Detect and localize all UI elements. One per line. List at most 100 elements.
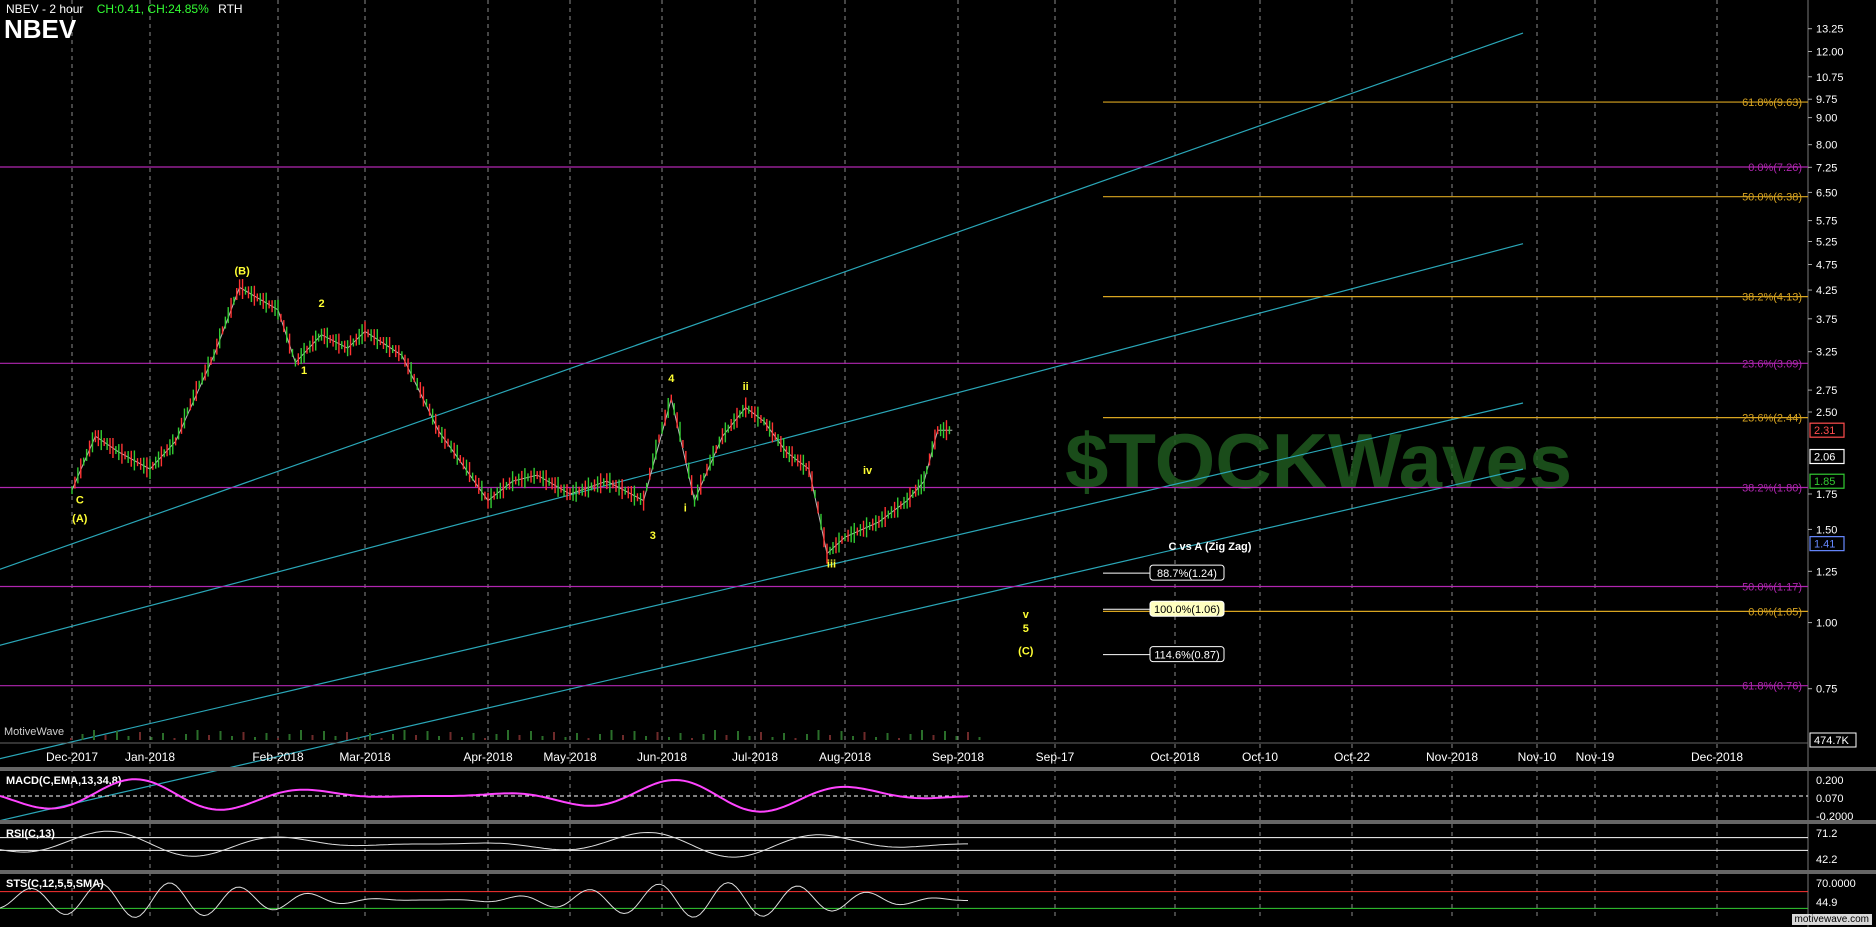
wave-label: iv (863, 465, 873, 477)
y-tick-label: 2.50 (1816, 407, 1837, 419)
wave-label: (C) (1018, 646, 1034, 658)
volume-bar (817, 730, 820, 740)
x-tick-label: Oct-2018 (1150, 750, 1200, 764)
volume-bar (426, 731, 429, 740)
footer-url[interactable]: motivewave.com (1791, 914, 1872, 925)
x-tick-label: May-2018 (543, 750, 597, 764)
volume-bar (254, 737, 256, 740)
volume-bar (449, 732, 452, 740)
wave-label: (B) (235, 265, 251, 277)
volume-bar (173, 738, 176, 740)
indicator-tick-label: 44.9 (1816, 897, 1837, 909)
fib-gold-label: 0.0%(1.05) (1748, 606, 1802, 618)
x-tick-label: Jan-2018 (125, 750, 175, 764)
fib-purple-label: 0.0%(7.26) (1748, 162, 1802, 174)
volume-bar (300, 730, 302, 740)
volume-bar (564, 737, 567, 740)
indicator-tick-label: 42.2 (1816, 854, 1837, 866)
volume-bar (334, 736, 337, 740)
volume-bar (783, 733, 785, 740)
price-line (71, 286, 953, 555)
volume-bar (921, 730, 923, 740)
projection-label: 100.0%(1.06) (1154, 604, 1220, 616)
fib-purple-label: 23.6%(3.09) (1742, 358, 1802, 370)
volume-bar (771, 737, 774, 740)
price-tag-label: 2.31 (1814, 425, 1835, 437)
y-tick-label: 9.75 (1816, 94, 1837, 106)
y-tick-label: 3.75 (1816, 314, 1837, 326)
y-tick-label: 8.00 (1816, 140, 1837, 152)
wave-label: 1 (301, 365, 307, 377)
x-tick-label: Sep-17 (1036, 750, 1075, 764)
volume-bar (231, 736, 233, 740)
volume-bar (794, 738, 797, 740)
y-tick-label: 7.25 (1816, 162, 1837, 174)
y-tick-label: 0.75 (1816, 684, 1837, 696)
wave-label: ii (743, 381, 749, 393)
indicator-tick-label: 0.070 (1816, 793, 1844, 805)
indicator-line (0, 778, 969, 813)
wave-label: C (76, 494, 84, 506)
volume-bar (645, 736, 647, 740)
wave-label: 3 (650, 530, 656, 542)
y-tick-label: 1.25 (1816, 566, 1837, 578)
indicator-line (0, 882, 968, 918)
volume-bar (461, 737, 463, 740)
wave-label: i (684, 503, 687, 515)
y-tick-label: 5.75 (1816, 216, 1837, 228)
x-tick-label: Oct-22 (1334, 750, 1370, 764)
volume-bar (346, 732, 348, 740)
volume-bar (944, 731, 946, 740)
volume-bar (875, 737, 877, 740)
volume-bar (622, 735, 624, 740)
volume-bar (150, 737, 153, 740)
volume-bar (863, 732, 866, 740)
volume-bar (495, 734, 498, 740)
price-tag-label: 1.41 (1814, 539, 1835, 551)
y-tick-label: 10.75 (1816, 72, 1844, 84)
volume-bar (242, 732, 245, 740)
x-tick-label: Nov-19 (1576, 750, 1615, 764)
y-tick-label: 12.00 (1816, 46, 1844, 58)
symbol-label: NBEV (4, 14, 77, 44)
volume-bar (668, 737, 670, 740)
y-tick-label: 3.25 (1816, 347, 1837, 359)
price-tag-label: 1.85 (1814, 476, 1835, 488)
volume-bar (392, 734, 394, 740)
volume-bar (277, 738, 279, 740)
volume-bar (553, 732, 555, 740)
y-tick-label: 9.00 (1816, 113, 1837, 125)
volume-bar (472, 733, 475, 740)
volume-bar (599, 734, 601, 740)
wave-label: (A) (72, 513, 88, 525)
volume-bar (484, 738, 486, 740)
change-readout: CH:0.41, CH:24.85% (96, 2, 209, 16)
y-tick-label: 5.25 (1816, 236, 1837, 248)
volume-bar (403, 730, 406, 740)
volume-bar (576, 733, 578, 740)
projection-label: 114.6%(0.87) (1154, 650, 1219, 662)
volume-bar (357, 737, 360, 740)
volume-bar (369, 733, 371, 740)
price-chart[interactable]: $TOCKWaves0.0%(7.26)23.6%(3.09)38.2%(1.8… (0, 0, 1876, 927)
volume-bar (656, 732, 659, 740)
volume-bar (415, 735, 417, 740)
volume-bar (127, 736, 130, 740)
volume-bar (518, 735, 521, 740)
y-tick-label: 1.50 (1816, 524, 1837, 536)
volume-bar (829, 735, 831, 740)
x-tick-label: Sep-2018 (932, 750, 984, 764)
y-tick-label: 1.75 (1816, 489, 1837, 501)
x-tick-label: Jun-2018 (637, 750, 687, 764)
volume-bar (967, 732, 969, 740)
volume-bar (530, 731, 532, 740)
x-tick-label: Aug-2018 (819, 750, 871, 764)
y-tick-label: 4.25 (1816, 285, 1837, 297)
fib-purple-label: 61.8%(0.76) (1742, 681, 1802, 693)
indicator-label: STS(C,12,5,5,SMA) (6, 878, 104, 890)
volume-bar (162, 733, 164, 740)
wave-label: 5 (1023, 623, 1029, 635)
volume-bar (691, 738, 693, 740)
volume-bar (380, 738, 383, 740)
volume-bar (978, 737, 981, 740)
